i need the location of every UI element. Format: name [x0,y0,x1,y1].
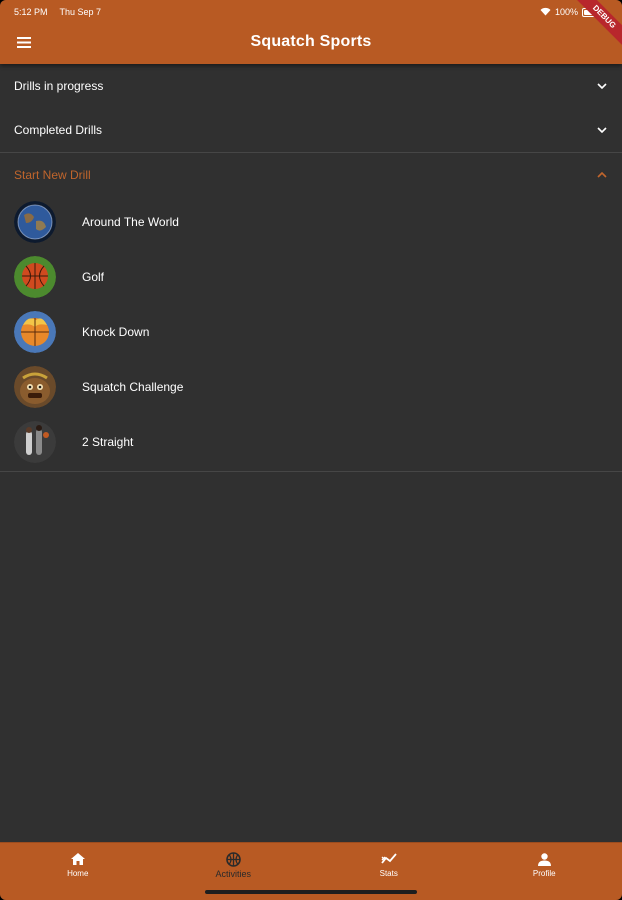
panel-drills-in-progress[interactable]: Drills in progress [0,64,622,108]
app-bar: 5:12 PM Thu Sep 7 100% Squatch Sports [0,0,622,64]
home-indicator[interactable] [205,890,417,894]
squatch-mascot-icon [14,365,56,408]
nav-label: Activities [215,869,251,879]
drill-label: 2 Straight [82,434,134,449]
title-row: Squatch Sports [0,22,622,62]
person-icon [536,851,552,867]
nav-label: Stats [379,869,398,878]
device-screen: 5:12 PM Thu Sep 7 100% Squatch Sports DE… [0,0,622,900]
status-bar: 5:12 PM Thu Sep 7 100% [14,5,610,19]
nav-profile[interactable]: Profile [467,843,622,900]
panel-label: Start New Drill [14,168,91,182]
drill-golf[interactable]: Golf [0,249,622,304]
drill-squatch-challenge[interactable]: Squatch Challenge [0,359,622,414]
status-time: 5:12 PM [14,7,48,17]
panel-completed-drills[interactable]: Completed Drills [0,108,622,152]
drill-label: Knock Down [82,324,150,339]
wifi-icon [540,7,551,18]
drill-knock-down[interactable]: Knock Down [0,304,622,359]
globe-icon [14,200,56,243]
main-content: Drills in progress Completed Drills Star… [0,64,622,472]
players-photo-icon [14,420,56,463]
drill-list: Around The World Golf Knock Down Squatch… [0,194,622,469]
panel-start-new-drill[interactable]: Start New Drill [0,153,622,197]
chevron-down-icon [594,122,610,138]
basketball-on-grass-icon [14,255,56,298]
home-icon [70,851,86,867]
nav-home[interactable]: Home [0,843,156,900]
status-date: Thu Sep 7 [59,7,102,17]
drill-label: Golf [82,269,105,284]
battery-percent: 100% [554,7,578,17]
stats-icon [381,851,397,867]
bottom-navigation: Home Activities Stats Profile [0,842,622,900]
flaming-basketball-icon [14,310,56,353]
chevron-down-icon [594,78,610,94]
chevron-up-icon [594,167,610,183]
divider [0,471,622,472]
drill-2-straight[interactable]: 2 Straight [0,414,622,469]
menu-button[interactable] [12,32,36,52]
nav-label: Home [67,869,89,878]
nav-label: Profile [532,869,556,878]
app-title: Squatch Sports [250,33,372,50]
panel-label: Drills in progress [14,79,104,93]
hamburger-icon [17,36,31,48]
drill-label: Squatch Challenge [82,379,184,394]
basketball-icon [225,851,241,867]
drill-around-the-world[interactable]: Around The World [0,194,622,249]
drill-label: Around The World [82,214,179,229]
panel-label: Completed Drills [14,123,103,137]
